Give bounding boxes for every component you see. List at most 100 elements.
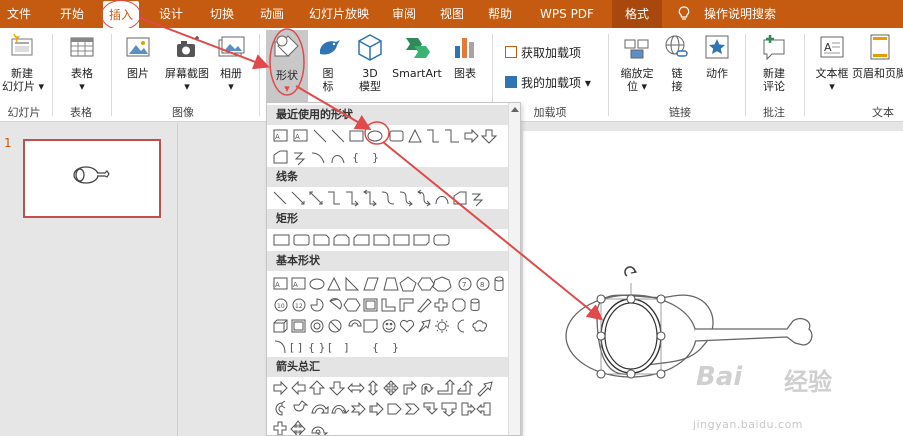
tab-transitions[interactable]: 切换 bbox=[202, 0, 242, 28]
basic-shapes-row-1[interactable]: A A 7 8 bbox=[272, 274, 512, 294]
basic-shapes-icons-2: 10 12 bbox=[274, 298, 480, 313]
link-globe-icon bbox=[665, 35, 688, 57]
svg-text:12: 12 bbox=[295, 303, 303, 310]
section-block-arrows: 箭头总汇 bbox=[267, 357, 509, 377]
chart-button[interactable]: 图表 bbox=[448, 32, 482, 80]
tab-view[interactable]: 视图 bbox=[434, 0, 470, 28]
basic-shapes-icons-1: A A 7 8 bbox=[273, 276, 504, 292]
basic-shapes-icons-3 bbox=[273, 319, 487, 333]
header-footer-icon bbox=[870, 34, 890, 60]
tab-file[interactable]: 文件 bbox=[2, 0, 36, 28]
action-button[interactable]: 动作 bbox=[700, 32, 734, 80]
my-addins-label: 我的加载项 bbox=[521, 76, 582, 90]
group-separator bbox=[804, 34, 805, 116]
photo-album-button[interactable]: 相册 ▾ bbox=[214, 32, 248, 93]
table-icon bbox=[70, 37, 94, 57]
smartart-button[interactable]: SmartArt bbox=[390, 32, 444, 80]
lines-row[interactable] bbox=[272, 188, 512, 208]
basic-shapes-row-4[interactable]: [ ] { } [ ] { } bbox=[272, 337, 512, 357]
shapes-gallery-dropdown[interactable]: 最近使用的形状 A A { } 线条 矩形 基本形状 A A 7 8 10 12… bbox=[266, 102, 521, 436]
group-label-images: 图像 bbox=[172, 106, 194, 119]
table-label: 表格 bbox=[71, 67, 93, 80]
icons-bird-icon bbox=[320, 40, 340, 55]
svg-text:}: } bbox=[372, 151, 379, 164]
section-lines: 线条 bbox=[267, 167, 509, 187]
group-label-text: 文本 bbox=[872, 106, 894, 119]
dropdown-scrollbar[interactable] bbox=[508, 103, 520, 435]
textbox-button[interactable]: A 文本框 ▾ bbox=[810, 32, 854, 93]
arrow-shapes-icons-3 bbox=[273, 420, 329, 435]
slide-thumbnails-panel: 1 bbox=[0, 123, 178, 436]
slide-thumbnail[interactable] bbox=[23, 139, 161, 218]
addins-cube-icon bbox=[505, 76, 517, 88]
group-label-slides: 幻灯片 bbox=[7, 106, 41, 119]
get-addins-button[interactable]: 获取加载项 bbox=[505, 44, 581, 61]
tab-design[interactable]: 设计 bbox=[151, 0, 191, 28]
basic-shapes-row-3[interactable] bbox=[272, 316, 512, 336]
cube-icon bbox=[358, 34, 382, 61]
recent-shapes-row[interactable]: A A bbox=[272, 126, 512, 146]
new-comment-button[interactable]: 新建 评论 bbox=[752, 32, 796, 93]
chart-label: 图表 bbox=[454, 67, 476, 80]
basic-shapes-row-2[interactable]: 10 12 bbox=[272, 295, 512, 315]
svg-text:A: A bbox=[275, 281, 280, 289]
action-star-icon bbox=[705, 35, 729, 59]
link-label-1: 链 bbox=[671, 67, 683, 80]
tab-review[interactable]: 审阅 bbox=[386, 0, 422, 28]
slide-number: 1 bbox=[4, 136, 12, 150]
tab-slideshow[interactable]: 幻灯片放映 bbox=[302, 0, 376, 28]
comment-label-1: 新建 bbox=[763, 67, 785, 80]
tab-wps-pdf[interactable]: WPS PDF bbox=[535, 0, 599, 28]
new-slide-button[interactable]: 新建 幻灯片 ▾ bbox=[2, 32, 44, 93]
tab-format[interactable]: 格式 bbox=[612, 0, 662, 28]
shapes-label: 形状 bbox=[276, 69, 298, 82]
group-label-links: 链接 bbox=[669, 106, 691, 119]
table-arrow: ▾ bbox=[79, 80, 85, 93]
section-recent-shapes: 最近使用的形状 bbox=[267, 105, 509, 125]
header-footer-button[interactable]: 页眉和页脚 bbox=[852, 32, 903, 80]
screenshot-button[interactable]: 屏幕截图 ▾ bbox=[160, 32, 214, 93]
screenshot-label: 屏幕截图 bbox=[165, 67, 209, 80]
arrows-row-1[interactable] bbox=[272, 378, 512, 398]
new-slide-icon bbox=[11, 33, 33, 56]
icons-label-2: 标 bbox=[322, 80, 334, 93]
tab-home[interactable]: 开始 bbox=[52, 0, 92, 28]
recent-shapes-row-2[interactable]: { } bbox=[272, 147, 512, 167]
svg-text:{: { bbox=[352, 151, 359, 164]
textbox-icon: A bbox=[820, 36, 844, 58]
tab-help[interactable]: 帮助 bbox=[482, 0, 518, 28]
textbox-label: 文本框 bbox=[815, 67, 849, 80]
picture-button[interactable]: 图片 bbox=[118, 32, 158, 80]
arrows-row-3[interactable] bbox=[272, 419, 512, 435]
bar-chart-icon bbox=[455, 38, 474, 58]
group-separator bbox=[259, 34, 260, 116]
my-addins-button[interactable]: 我的加载项 ▾ bbox=[505, 74, 591, 91]
link-button[interactable]: 链 接 bbox=[662, 32, 692, 93]
svg-text:{: { bbox=[372, 341, 379, 354]
group-label-comments: 批注 bbox=[763, 106, 785, 119]
picture-label: 图片 bbox=[127, 67, 149, 80]
screenshot-arrow: ▾ bbox=[184, 80, 190, 93]
section-basic-shapes: 基本形状 bbox=[267, 251, 509, 271]
arrow-shapes-icons-2 bbox=[275, 400, 491, 417]
thumbnail-drumstick-shape bbox=[73, 166, 110, 184]
zoom-button[interactable]: 缩放定 位 ▾ bbox=[614, 32, 660, 93]
shapes-button[interactable]: 形状 ▾ bbox=[266, 30, 308, 102]
link-label-2: 接 bbox=[671, 80, 683, 93]
arrows-row-2[interactable] bbox=[272, 399, 512, 419]
album-arrow: ▾ bbox=[228, 80, 234, 93]
3d-models-button[interactable]: 3D 模型 bbox=[352, 32, 388, 93]
zoom-label-2: 位 ▾ bbox=[626, 80, 648, 93]
scroll-up-arrow-icon[interactable] bbox=[511, 107, 519, 112]
svg-text:{ }: { } bbox=[308, 341, 326, 354]
icons-button[interactable]: 图 标 bbox=[313, 32, 343, 93]
tell-me-search[interactable]: 操作说明搜索 bbox=[700, 0, 780, 28]
group-separator bbox=[111, 34, 112, 116]
recent-shapes-icons-2: { } bbox=[273, 150, 379, 166]
tab-animations[interactable]: 动画 bbox=[252, 0, 292, 28]
rectangles-row[interactable] bbox=[272, 230, 512, 250]
section-rectangles: 矩形 bbox=[267, 209, 509, 229]
photo-album-icon bbox=[218, 36, 245, 57]
table-button[interactable]: 表格 ▾ bbox=[62, 32, 102, 93]
baidu-watermark-text: 经验 bbox=[784, 368, 832, 396]
